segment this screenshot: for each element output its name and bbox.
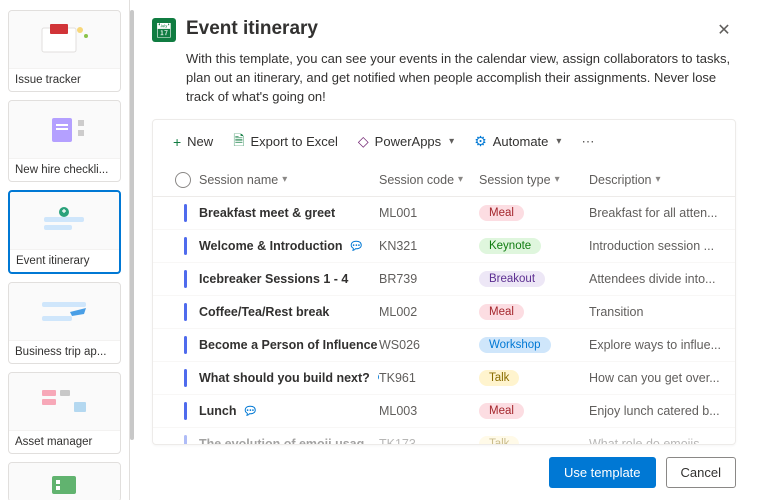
cell-description: Introduction session ... (589, 239, 721, 253)
table-row[interactable]: Breakfast meet & greetML001MealBreakfast… (153, 197, 735, 230)
cell-session-name: Icebreaker Sessions 1 - 4 (199, 272, 379, 286)
flow-icon: ⚙︎ (474, 133, 487, 150)
column-header-code[interactable]: Session code▾ (379, 173, 479, 187)
cell-session-code: WS026 (379, 338, 479, 352)
export-excel-button[interactable]: 🗎︎ Export to Excel (225, 126, 346, 158)
cell-session-type: Meal (479, 304, 589, 320)
cell-session-type: Meal (479, 205, 589, 221)
chat-icon: 💬︎ (242, 404, 257, 418)
table-row[interactable]: Icebreaker Sessions 1 - 4BR739BreakoutAt… (153, 263, 735, 296)
column-header-name[interactable]: Session name▾ (199, 173, 379, 187)
chevron-down-icon: ▾ (282, 174, 287, 185)
cell-session-name: Become a Person of Influence (199, 338, 379, 352)
table-row[interactable]: Lunch💬︎ML003MealEnjoy lunch catered b... (153, 395, 735, 428)
row-indicator (184, 402, 187, 420)
row-indicator (184, 369, 187, 387)
cell-description: What role do emojis ... (589, 437, 721, 444)
column-header-type[interactable]: Session type▾ (479, 173, 589, 187)
cell-description: How can you get over... (589, 371, 721, 385)
row-indicator (184, 336, 187, 354)
sidebar-tile-label: Event itinerary (10, 250, 119, 272)
table-body: Breakfast meet & greetML001MealBreakfast… (153, 197, 735, 444)
use-template-button[interactable]: Use template (549, 457, 656, 488)
cell-session-type: Keynote (479, 238, 589, 254)
table-row[interactable]: Welcome & Introduction💬︎KN321KeynoteIntr… (153, 230, 735, 263)
new-button[interactable]: + New (165, 130, 221, 154)
cell-session-name: Breakfast meet & greet (199, 206, 379, 220)
sidebar-tile-label: Issue tracker (9, 69, 120, 91)
close-button[interactable]: ✕ (712, 18, 736, 42)
list-toolbar: + New 🗎︎ Export to Excel ◇ PowerApps ▾ ⚙… (153, 120, 735, 164)
dialog-footer: Use template Cancel (152, 445, 736, 488)
cell-session-code: TK173 (379, 437, 479, 444)
calendar-icon: 📅︎ (152, 18, 176, 42)
cell-description: Explore ways to influe... (589, 338, 721, 352)
cell-description: Breakfast for all atten... (589, 206, 721, 220)
cell-description: Attendees divide into... (589, 272, 721, 286)
cell-session-name: What should you build next?💬︎ (199, 371, 379, 385)
powerapps-icon: ◇ (358, 133, 369, 150)
excel-icon: 🗎︎ (233, 130, 244, 154)
cell-session-code: ML002 (379, 305, 479, 319)
cell-session-name: Welcome & Introduction💬︎ (199, 239, 379, 253)
cell-session-type: Talk (479, 436, 589, 444)
powerapps-button[interactable]: ◇ PowerApps ▾ (350, 129, 462, 154)
template-sidebar: Issue tracker New hire checkli... Event … (0, 0, 130, 500)
sidebar-tile-issue-tracker[interactable]: Issue tracker (8, 10, 121, 92)
automate-button[interactable]: ⚙︎ Automate ▾ (466, 129, 569, 154)
cell-session-type: Workshop (479, 337, 589, 353)
sidebar-tile-more[interactable] (8, 462, 121, 500)
table-row[interactable]: What should you build next?💬︎TK961TalkHo… (153, 362, 735, 395)
cell-session-code: BR739 (379, 272, 479, 286)
cell-session-code: TK961 (379, 371, 479, 385)
cell-session-type: Meal (479, 403, 589, 419)
list-panel: + New 🗎︎ Export to Excel ◇ PowerApps ▾ ⚙… (152, 119, 736, 445)
select-all-toggle[interactable] (175, 172, 191, 188)
sidebar-tile-label: Business trip ap... (9, 341, 120, 363)
sidebar-tile-business-trip[interactable]: Business trip ap... (8, 282, 121, 364)
cell-session-name: The evolution of emoji usag... (199, 437, 379, 444)
cell-session-code: KN321 (379, 239, 479, 253)
chat-icon: 💬︎ (349, 239, 364, 253)
chevron-down-icon: ▾ (556, 136, 561, 147)
chevron-down-icon: ▾ (555, 174, 560, 185)
row-indicator (184, 237, 187, 255)
row-indicator (184, 435, 187, 444)
page-description: With this template, you can see your eve… (186, 50, 736, 107)
row-indicator (184, 303, 187, 321)
cell-session-name: Lunch💬︎ (199, 404, 379, 418)
cell-session-type: Talk (479, 370, 589, 386)
plus-icon: + (173, 134, 181, 150)
cancel-button[interactable]: Cancel (666, 457, 736, 488)
cell-session-code: ML003 (379, 404, 479, 418)
page-title: Event itinerary (186, 18, 318, 40)
chevron-down-icon: ▾ (458, 174, 463, 185)
cell-description: Enjoy lunch catered b... (589, 404, 721, 418)
row-indicator (184, 204, 187, 222)
sidebar-tile-new-hire[interactable]: New hire checkli... (8, 100, 121, 182)
more-actions-button[interactable]: ⋯ (573, 130, 602, 154)
cell-description: Transition (589, 305, 721, 319)
row-indicator (184, 270, 187, 288)
table-header: Session name▾ Session code▾ Session type… (153, 164, 735, 197)
cell-session-name: Coffee/Tea/Rest break (199, 305, 379, 319)
chevron-down-icon: ▾ (656, 174, 661, 185)
cell-session-code: ML001 (379, 206, 479, 220)
column-header-desc[interactable]: Description▾ (589, 173, 721, 187)
table-row[interactable]: Become a Person of InfluenceWS026Worksho… (153, 329, 735, 362)
sidebar-tile-event-itinerary[interactable]: Event itinerary (8, 190, 121, 274)
sidebar-tile-label: Asset manager (9, 431, 120, 453)
sidebar-tile-label: New hire checkli... (9, 159, 120, 181)
cell-session-type: Breakout (479, 271, 589, 287)
main-panel: 📅︎ Event itinerary ✕ With this template,… (130, 0, 758, 500)
table-row[interactable]: The evolution of emoji usag...TK173TalkW… (153, 428, 735, 444)
sidebar-tile-asset-manager[interactable]: Asset manager (8, 372, 121, 454)
table-row[interactable]: Coffee/Tea/Rest breakML002MealTransition (153, 296, 735, 329)
chevron-down-icon: ▾ (449, 136, 454, 147)
